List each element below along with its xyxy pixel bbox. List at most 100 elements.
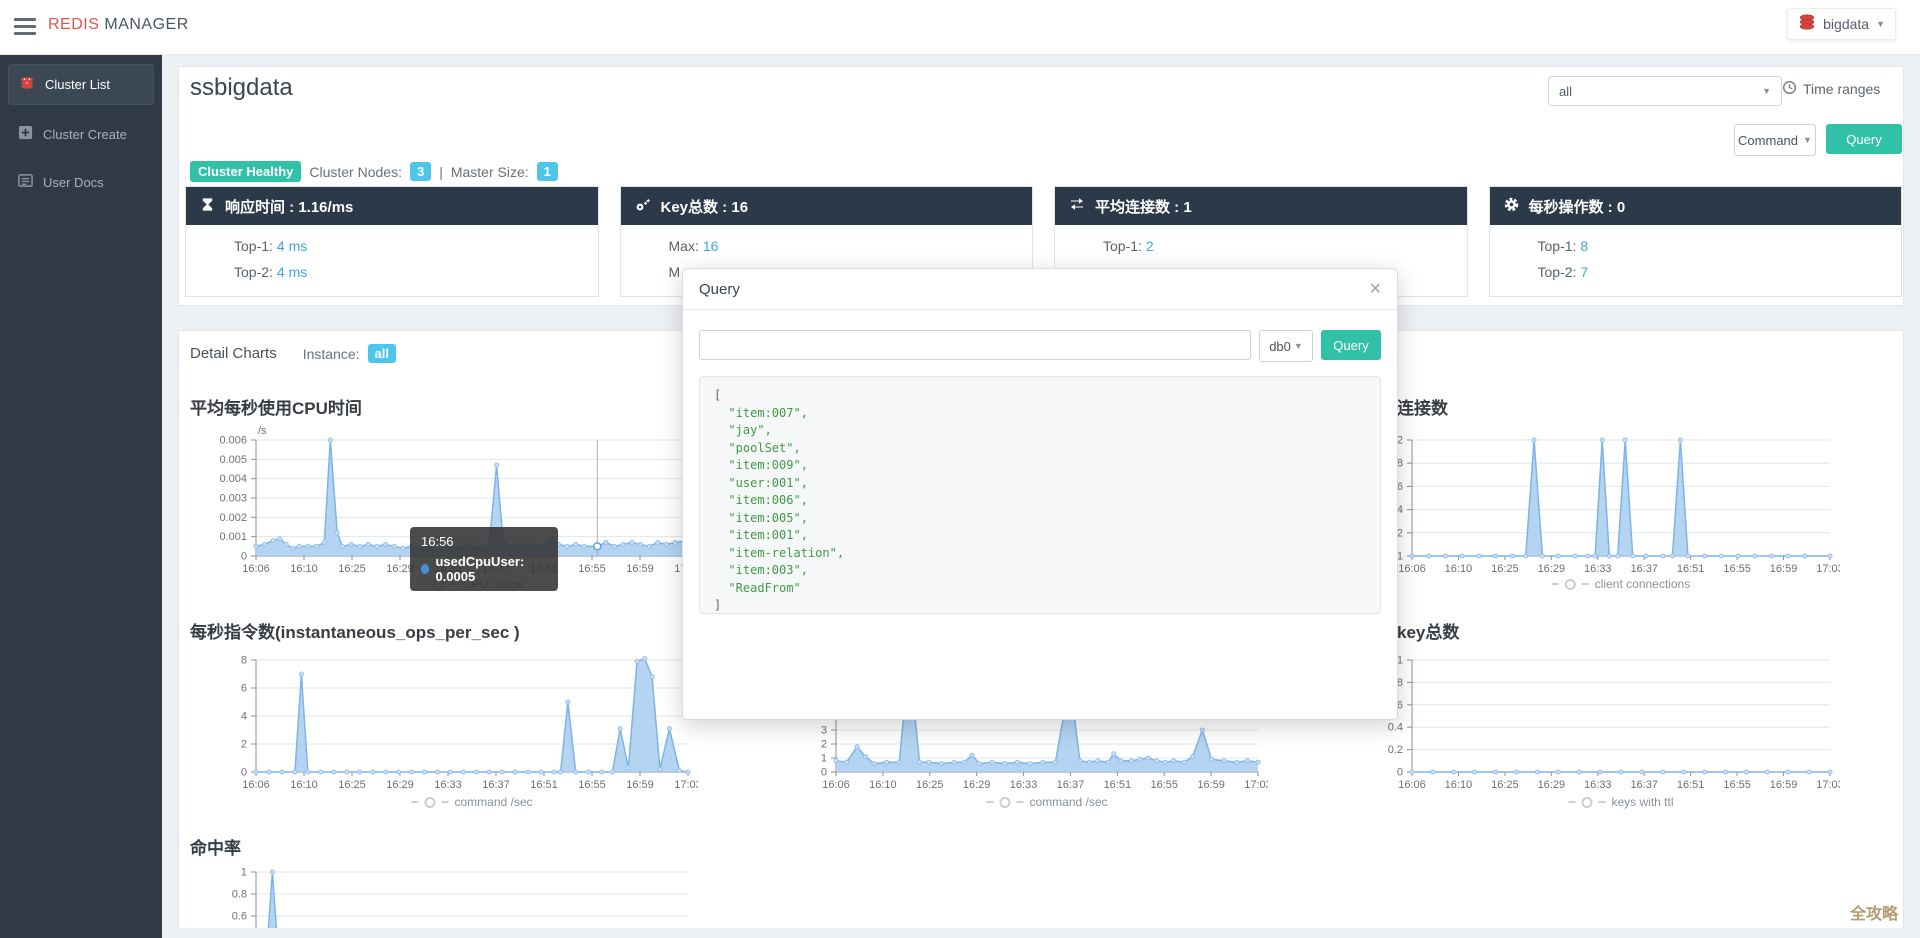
chart-title-cpu: 平均每秒使用CPU时间 <box>190 399 362 418</box>
db-select[interactable]: db0 ▼ <box>1259 330 1313 362</box>
svg-text:16:55: 16:55 <box>1723 779 1751 791</box>
ops-chart[interactable]: 0 2 4 6 8 16:06 16:10 16:25 16:29 16:33 16:37 16:51… <box>192 642 698 802</box>
svg-text:16:51: 16:51 <box>1104 779 1132 791</box>
stat-row: Top-1: 4 ms <box>234 238 308 254</box>
detail-charts-label: Detail Charts <box>190 345 277 362</box>
stat-card-title: 每秒操作数 : 0 <box>1528 198 1626 216</box>
svg-text:16:10: 16:10 <box>1445 779 1473 791</box>
svg-text:16:59: 16:59 <box>1770 779 1798 791</box>
svg-text:16:29: 16:29 <box>386 779 414 791</box>
chevron-down-icon: ▼ <box>1762 86 1771 96</box>
sidebar-item-cluster-create[interactable]: Cluster Create <box>8 115 154 153</box>
stat-card-header: 每秒操作数 : 0 <box>1489 187 1901 225</box>
query-input[interactable] <box>699 330 1251 360</box>
svg-text:16:37: 16:37 <box>1630 779 1658 791</box>
svg-text:16:10: 16:10 <box>869 779 897 791</box>
svg-text:16:59: 16:59 <box>1770 563 1798 575</box>
keys-chart[interactable]: 00.20.40.60.8116:0616:1016:2516:2916:331… <box>1348 642 1840 802</box>
svg-text:17:03: 17:03 <box>1816 563 1840 575</box>
svg-text:0: 0 <box>241 551 247 563</box>
stat-row: Top-2: 7 <box>1537 264 1589 280</box>
modal-query-button[interactable]: Query <box>1321 330 1381 360</box>
user-menu[interactable]: bigdata ▼ <box>1787 8 1896 40</box>
master-size-label: Master Size: <box>450 163 529 180</box>
result-key: "item:005", <box>714 510 808 525</box>
result-key: "item:009", <box>714 458 808 473</box>
redis-cluster-icon <box>19 75 35 94</box>
svg-text:16:29: 16:29 <box>963 779 991 791</box>
stat-card-body-0: Top-1: 4 ms Top-2: 4 ms <box>186 225 598 285</box>
cluster-nodes-label: Cluster Nodes: <box>309 163 402 180</box>
close-icon[interactable]: × <box>1369 279 1381 299</box>
svg-text:16:59: 16:59 <box>1197 779 1225 791</box>
stat-card-header: 响应时间 : 1.16/ms <box>186 187 598 225</box>
sidebar-item-label: User Docs <box>43 174 104 190</box>
sidebar: Cluster List Cluster Create User Docs <box>0 54 162 938</box>
cluster-status-row: Cluster Healthy Cluster Nodes: 3 | Maste… <box>190 161 558 182</box>
instance-select[interactable]: all ▼ <box>1548 76 1782 106</box>
legend-circle-icon <box>999 796 1011 808</box>
app-brand: REDIS MANAGER <box>48 16 189 34</box>
result-key: "item:001", <box>714 528 808 543</box>
command-button-label: Command <box>1738 132 1799 148</box>
svg-text:16:55: 16:55 <box>1723 563 1751 575</box>
svg-text:16:51: 16:51 <box>530 779 558 791</box>
hit-chart[interactable]: 00.20.40.60.8116:0616:1016:2516:2916:331… <box>192 854 698 938</box>
svg-text:16:55: 16:55 <box>1150 779 1178 791</box>
modal-body: db0 ▼ Query [ "item:007", "jay", "poolSe… <box>683 310 1397 614</box>
svg-text:1: 1 <box>821 753 827 765</box>
svg-text:16:25: 16:25 <box>1491 563 1519 575</box>
svg-text:0.005: 0.005 <box>219 454 247 466</box>
legend-circle-icon <box>1581 796 1593 808</box>
sidebar-item-user-docs[interactable]: User Docs <box>8 163 154 201</box>
svg-text:16:25: 16:25 <box>338 563 366 575</box>
query-button[interactable]: Query <box>1826 124 1902 154</box>
time-ranges-button[interactable]: Time ranges <box>1782 80 1880 98</box>
conn-chart[interactable]: 11.21.41.61.8216:0616:1016:2516:2916:331… <box>1348 422 1840 586</box>
query-result[interactable]: [ "item:007", "jay", "poolSet", "item:00… <box>699 376 1381 614</box>
svg-text:16:55: 16:55 <box>578 779 606 791</box>
legend-client-connections[interactable]: client connections <box>1551 577 1690 591</box>
svg-text:0: 0 <box>241 767 247 779</box>
stat-card-title: 响应时间 : 1.16/ms <box>225 198 354 216</box>
svg-text:2: 2 <box>241 739 247 751</box>
watermark: 全攻略 <box>1849 906 1898 923</box>
tooltip-time: 16:56 <box>421 534 454 549</box>
command-button[interactable]: Command ▼ <box>1734 124 1816 156</box>
instance-label: Instance: <box>302 345 360 362</box>
plus-square-icon <box>18 125 33 143</box>
svg-text:0: 0 <box>821 767 827 779</box>
hourglass-icon <box>200 197 215 216</box>
chevron-down-icon: ▼ <box>1803 135 1812 145</box>
cluster-nodes-badge: 3 <box>409 162 432 181</box>
legend-command-sec-mid[interactable]: command /sec <box>986 795 1108 809</box>
stat-card-body-3: Top-1: 8 Top-2: 7 <box>1490 225 1902 285</box>
svg-text:16:06: 16:06 <box>822 779 850 791</box>
chart-title-connections: 连接数 <box>1397 399 1448 418</box>
svg-text:4: 4 <box>241 711 247 723</box>
svg-text:16:06: 16:06 <box>1398 779 1426 791</box>
svg-text:16:10: 16:10 <box>1445 563 1473 575</box>
legend-circle-icon <box>424 796 436 808</box>
chart-title-hit-rate: 命中率 <box>190 839 241 858</box>
sidebar-item-label: Cluster List <box>45 77 111 92</box>
svg-text:8: 8 <box>241 655 247 667</box>
stat-card-title: Key总数 : 16 <box>660 198 749 216</box>
sidebar-item-cluster-list[interactable]: Cluster List <box>8 64 154 105</box>
result-key: "user:001", <box>714 475 808 490</box>
svg-text:16:51: 16:51 <box>1677 779 1705 791</box>
chart-tooltip: 16:56 usedCpuUser: 0.0005 <box>410 527 558 591</box>
tooltip-series: usedCpuUser <box>435 554 520 569</box>
hamburger-menu-icon[interactable] <box>14 18 36 35</box>
svg-text:17:03: 17:03 <box>1244 779 1268 791</box>
instance-select-value: all <box>1559 83 1573 99</box>
svg-text:16:37: 16:37 <box>1057 779 1085 791</box>
brand-manager: MANAGER <box>104 16 189 33</box>
legend-command-sec-left[interactable]: command /sec <box>411 795 533 809</box>
stat-card-body-2: Top-1: 2 <box>1055 225 1467 259</box>
svg-text:16:55: 16:55 <box>578 563 606 575</box>
legend-keys-with-ttl[interactable]: keys with ttl <box>1568 795 1674 809</box>
chart-title-ops: 每秒指令数(instantaneous_ops_per_sec ) <box>190 623 520 642</box>
cluster-health-badge: Cluster Healthy <box>190 161 302 182</box>
bottom-band <box>162 928 1920 938</box>
